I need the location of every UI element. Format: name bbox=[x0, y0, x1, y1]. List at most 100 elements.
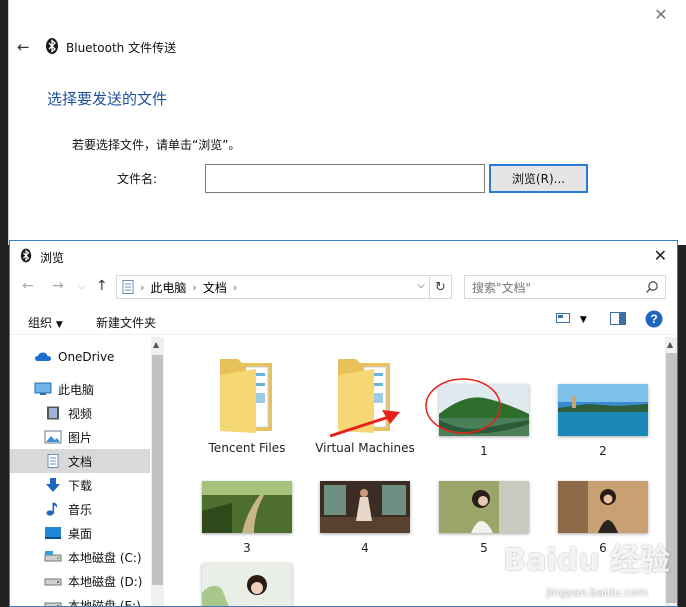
view-options-button[interactable]: ▼ bbox=[556, 312, 587, 327]
documents-icon bbox=[47, 454, 59, 468]
image-thumbnail bbox=[439, 481, 529, 533]
navigation-pane: OneDrive 此电脑 视频 图片 文档 下载 音乐 桌面 本地磁盘 (C:)… bbox=[10, 337, 164, 607]
bluetooth-transfer-window: ✕ ← Bluetooth 文件传送 选择要发送的文件 若要选择文件，请单击“浏… bbox=[8, 0, 686, 245]
nav-item-music[interactable]: 音乐 bbox=[10, 497, 150, 521]
recent-locations-chevron-icon[interactable]: ⌵ bbox=[78, 282, 85, 292]
file-item[interactable] bbox=[197, 563, 297, 606]
nav-item-drive-c[interactable]: 本地磁盘 (C:) bbox=[10, 545, 150, 569]
nav-item-documents[interactable]: 文档 bbox=[10, 449, 150, 473]
refresh-icon[interactable]: ↻ bbox=[430, 275, 452, 299]
nav-label: 文档 bbox=[68, 454, 93, 469]
file-item-1[interactable]: 1 bbox=[434, 384, 534, 459]
caret-down-icon: ▼ bbox=[55, 320, 63, 330]
nav-item-desktop[interactable]: 桌面 bbox=[10, 521, 150, 545]
breadcrumb-separator-icon: › bbox=[232, 280, 238, 294]
help-icon: ? bbox=[645, 310, 663, 328]
file-item-2[interactable]: 2 bbox=[553, 384, 653, 459]
search-input[interactable]: 搜索"文档" bbox=[464, 275, 666, 299]
breadcrumb-separator-icon: › bbox=[140, 280, 145, 294]
search-placeholder: 搜索"文档" bbox=[472, 280, 532, 295]
svg-text:?: ? bbox=[650, 312, 657, 326]
file-item-tencent-files[interactable]: Tencent Files bbox=[197, 353, 297, 456]
documents-icon bbox=[122, 280, 134, 294]
instruction-text: 若要选择文件，请单击“浏览”。 bbox=[72, 138, 241, 152]
up-arrow-icon[interactable]: ↑ bbox=[96, 278, 108, 294]
drive-icon bbox=[44, 551, 62, 562]
breadcrumb-documents[interactable]: 文档 bbox=[203, 279, 227, 296]
image-thumbnail bbox=[202, 563, 292, 606]
file-item-4[interactable]: 4 bbox=[315, 481, 415, 556]
nav-item-this-pc[interactable]: 此电脑 bbox=[10, 377, 150, 401]
file-name: 4 bbox=[361, 541, 369, 555]
forward-arrow-icon[interactable]: → bbox=[52, 278, 64, 294]
music-icon bbox=[46, 502, 58, 516]
drive-icon bbox=[44, 578, 62, 586]
nav-item-downloads[interactable]: 下载 bbox=[10, 473, 150, 497]
nav-label: 本地磁盘 (D:) bbox=[68, 574, 143, 589]
nav-label: 桌面 bbox=[68, 526, 93, 541]
scroll-up-icon[interactable]: ▲ bbox=[153, 340, 159, 349]
page-heading: 选择要发送的文件 bbox=[47, 90, 168, 108]
nav-label: 图片 bbox=[68, 430, 93, 445]
filename-input[interactable] bbox=[205, 164, 485, 193]
breadcrumb-separator-icon: › bbox=[192, 280, 197, 294]
nav-item-drive-e[interactable]: 本地磁盘 (E:) bbox=[10, 593, 150, 607]
scrollbar-thumb[interactable] bbox=[152, 355, 163, 585]
browse-button[interactable]: 浏览(R)... bbox=[489, 164, 588, 193]
search-icon bbox=[645, 281, 658, 294]
nav-item-drive-d[interactable]: 本地磁盘 (D:) bbox=[10, 569, 150, 593]
screenshot: ✕ ← Bluetooth 文件传送 选择要发送的文件 若要选择文件，请单击“浏… bbox=[0, 0, 686, 607]
nav-item-pictures[interactable]: 图片 bbox=[10, 425, 150, 449]
chevron-down-icon[interactable]: ⌵ bbox=[417, 280, 425, 291]
onedrive-icon bbox=[35, 352, 51, 361]
pictures-icon bbox=[44, 430, 62, 444]
nav-label: 下载 bbox=[68, 478, 93, 493]
organize-label: 组织 bbox=[28, 316, 53, 330]
nav-item-onedrive[interactable]: OneDrive bbox=[10, 345, 150, 369]
back-arrow-icon[interactable]: ← bbox=[22, 278, 34, 294]
nav-label: 本地磁盘 (E:) bbox=[68, 598, 141, 607]
image-thumbnail bbox=[558, 481, 648, 533]
navigation-bar: ← → ⌵ ↑ › 此电脑 › 文档 › ⌵ ↻ 搜索"文档" bbox=[10, 273, 677, 301]
nav-scrollbar[interactable]: ▲ bbox=[151, 337, 164, 606]
organize-button[interactable]: 组织 ▼ bbox=[28, 314, 63, 331]
preview-pane-icon bbox=[610, 312, 626, 325]
image-thumbnail bbox=[202, 481, 292, 533]
image-thumbnail bbox=[439, 384, 529, 436]
help-button[interactable]: ? bbox=[645, 310, 663, 331]
nav-label: 视频 bbox=[68, 406, 93, 421]
nav-item-videos[interactable]: 视频 bbox=[10, 401, 150, 425]
dialog-titlebar: 浏览 ✕ bbox=[10, 241, 677, 271]
dialog-title: 浏览 bbox=[40, 251, 65, 265]
view-icon bbox=[556, 313, 570, 323]
desktop-icon bbox=[45, 527, 61, 539]
file-item-3[interactable]: 3 bbox=[197, 481, 297, 556]
video-icon bbox=[47, 406, 59, 420]
baidu-watermark-logo: Baidu 经验 bbox=[503, 543, 670, 578]
file-item-virtual-machines[interactable]: Virtual Machines bbox=[315, 353, 415, 456]
folder-icon bbox=[220, 359, 272, 433]
close-icon[interactable]: ✕ bbox=[652, 6, 670, 24]
filename-label: 文件名: bbox=[117, 172, 158, 186]
file-name: 1 bbox=[480, 444, 488, 458]
image-thumbnail bbox=[558, 384, 648, 436]
caret-down-icon: ▼ bbox=[579, 315, 587, 325]
watermark-url: jingyan.baidu.com bbox=[546, 586, 648, 599]
new-folder-button[interactable]: 新建文件夹 bbox=[96, 314, 156, 331]
nav-label: 本地磁盘 (C:) bbox=[68, 550, 142, 565]
image-thumbnail bbox=[320, 481, 410, 533]
window-title: Bluetooth 文件传送 bbox=[66, 41, 177, 55]
computer-icon bbox=[34, 382, 52, 395]
file-name: Virtual Machines bbox=[315, 441, 415, 455]
drive-icon bbox=[44, 602, 62, 606]
breadcrumb-this-pc[interactable]: 此电脑 bbox=[150, 279, 186, 296]
address-bar[interactable]: › 此电脑 › 文档 › ⌵ bbox=[116, 275, 430, 299]
scroll-up-icon[interactable]: ▲ bbox=[667, 340, 673, 349]
close-icon[interactable]: ✕ bbox=[654, 246, 667, 265]
back-arrow-icon[interactable]: ← bbox=[17, 38, 30, 56]
download-icon bbox=[46, 478, 60, 492]
bluetooth-icon bbox=[46, 38, 58, 54]
bluetooth-icon bbox=[20, 248, 32, 263]
file-name: 3 bbox=[243, 541, 251, 555]
preview-pane-button[interactable] bbox=[610, 312, 626, 328]
